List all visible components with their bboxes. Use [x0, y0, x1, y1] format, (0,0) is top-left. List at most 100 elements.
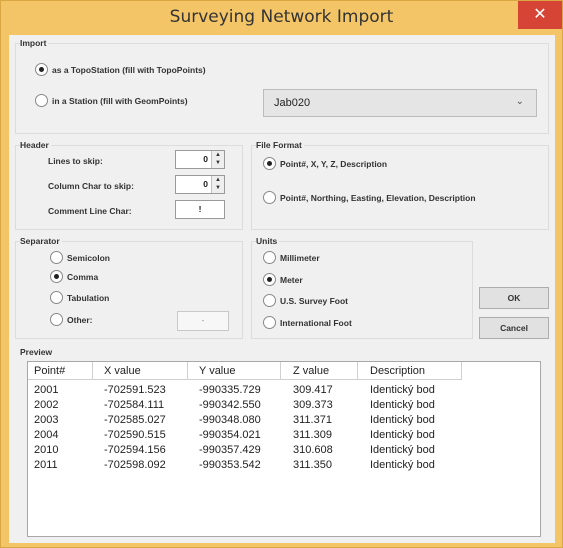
separator-tabulation-radio[interactable]: Tabulation — [50, 291, 109, 304]
comment-char-input[interactable]: ! — [175, 200, 225, 219]
table-cell: 2002 — [34, 399, 59, 411]
table-row[interactable]: 2004 -702590.515 -990354.021 311.309 Ide… — [28, 429, 462, 443]
separator-tabulation-label: Tabulation — [67, 292, 110, 303]
separator-other-label: Other: — [67, 314, 93, 325]
close-button[interactable]: ✕ — [518, 1, 562, 29]
separator-comma-radio[interactable]: Comma — [50, 270, 98, 283]
column-header-description[interactable]: Description — [370, 365, 425, 383]
table-cell: -702594.156 — [104, 444, 166, 456]
lines-to-skip-label: Lines to skip: — [48, 156, 103, 166]
close-icon: ✕ — [533, 6, 547, 23]
table-cell: 311.309 — [293, 429, 332, 441]
units-meter-label: Meter — [280, 274, 303, 285]
column-char-label: Column Char to skip: — [48, 181, 134, 191]
table-cell: -990342.550 — [199, 399, 261, 411]
lines-to-skip-stepper[interactable]: 0 ▲ ▼ — [175, 150, 225, 169]
import-topostation-radio[interactable]: as a TopoStation (fill with TopoPoints) — [35, 63, 206, 76]
table-cell: 311.371 — [293, 414, 332, 426]
units-group-label: Units — [256, 236, 280, 246]
units-intl-foot-label: International Foot — [280, 317, 352, 328]
radio-checked-icon — [263, 273, 276, 286]
table-cell: -990357.429 — [199, 444, 261, 456]
header-group-label: Header — [20, 140, 51, 150]
column-char-value: 0 — [203, 179, 208, 189]
table-cell: Identický bod — [370, 444, 435, 456]
units-us-foot-label: U.S. Survey Foot — [280, 295, 349, 306]
import-station-label: in a Station (fill with GeomPoints) — [52, 95, 188, 106]
radio-unchecked-icon — [263, 251, 276, 264]
table-row[interactable]: 2003 -702585.027 -990348.080 311.371 Ide… — [28, 414, 462, 428]
format-xyz-radio[interactable]: Point#, X, Y, Z, Description — [263, 157, 387, 170]
format-northing-radio[interactable]: Point#, Northing, Easting, Elevation, De… — [263, 191, 476, 204]
import-topostation-label: as a TopoStation (fill with TopoPoints) — [52, 64, 206, 75]
table-cell: Identický bod — [370, 384, 435, 396]
table-cell: 2003 — [34, 414, 59, 426]
table-cell: 309.373 — [293, 399, 333, 411]
table-cell: -990335.729 — [199, 384, 261, 396]
dialog-window: Surveying Network Import ✕ Import as a T… — [0, 0, 563, 548]
radio-checked-icon — [35, 63, 48, 76]
title-bar[interactable]: Surveying Network Import ✕ — [1, 1, 562, 35]
table-row[interactable]: 2001 -702591.523 -990335.729 309.417 Ide… — [28, 384, 462, 398]
chevron-down-icon: ⌄ — [515, 96, 524, 107]
station-dropdown[interactable]: Jab020 ⌄ — [263, 89, 537, 117]
table-cell: Identický bod — [370, 429, 435, 441]
ok-button[interactable]: OK — [479, 287, 549, 309]
format-xyz-label: Point#, X, Y, Z, Description — [280, 158, 388, 169]
column-header-y[interactable]: Y value — [199, 365, 236, 383]
column-header-point[interactable]: Point# — [34, 365, 65, 383]
comment-char-label: Comment Line Char: — [48, 206, 132, 216]
units-meter-radio[interactable]: Meter — [263, 273, 303, 286]
table-row[interactable]: 2011 -702598.092 -990353.542 311.350 Ide… — [28, 459, 462, 473]
table-cell: 311.350 — [293, 459, 332, 471]
table-cell: Identický bod — [370, 399, 435, 411]
format-northing-label: Point#, Northing, Easting, Elevation, De… — [280, 192, 476, 203]
preview-table[interactable]: Point# X value Y value Z value Descripti… — [27, 361, 541, 537]
table-cell: -990354.021 — [199, 429, 261, 441]
table-cell: 2010 — [34, 444, 59, 456]
separator-semicolon-label: Semicolon — [67, 252, 110, 263]
separator-semicolon-radio[interactable]: Semicolon — [50, 251, 110, 264]
units-millimeter-radio[interactable]: Millimeter — [263, 251, 320, 264]
table-cell: -702598.092 — [104, 459, 166, 471]
table-cell: -702590.515 — [104, 429, 166, 441]
separator-other-input[interactable]: - — [177, 311, 229, 331]
radio-unchecked-icon — [263, 294, 276, 307]
table-cell: -702585.027 — [104, 414, 166, 426]
import-station-radio[interactable]: in a Station (fill with GeomPoints) — [35, 94, 188, 107]
import-group-label: Import — [20, 38, 49, 48]
column-header-x[interactable]: X value — [104, 365, 141, 383]
radio-unchecked-icon — [263, 191, 276, 204]
preview-table-header: Point# X value Y value Z value Descripti… — [28, 362, 462, 380]
units-millimeter-label: Millimeter — [280, 252, 320, 263]
table-row[interactable]: 2002 -702584.111 -990342.550 309.373 Ide… — [28, 399, 462, 413]
stepper-arrows-icon[interactable]: ▲ ▼ — [211, 151, 224, 168]
table-row[interactable]: 2010 -702594.156 -990357.429 310.608 Ide… — [28, 444, 462, 458]
table-cell: 309.417 — [293, 384, 333, 396]
table-cell: Identický bod — [370, 414, 435, 426]
table-cell: -990353.542 — [199, 459, 261, 471]
separator-other-radio[interactable]: Other: — [50, 313, 93, 326]
lines-to-skip-value: 0 — [203, 154, 208, 164]
units-us-foot-radio[interactable]: U.S. Survey Foot — [263, 294, 348, 307]
table-cell: 2004 — [34, 429, 59, 441]
units-intl-foot-radio[interactable]: International Foot — [263, 316, 352, 329]
stepper-arrows-icon[interactable]: ▲ ▼ — [211, 176, 224, 193]
preview-label: Preview — [20, 347, 55, 357]
radio-unchecked-icon — [50, 313, 63, 326]
table-cell: -990348.080 — [199, 414, 261, 426]
table-cell: 2011 — [34, 459, 58, 471]
column-char-stepper[interactable]: 0 ▲ ▼ — [175, 175, 225, 194]
cancel-button[interactable]: Cancel — [479, 317, 549, 339]
radio-unchecked-icon — [263, 316, 276, 329]
table-cell: 310.608 — [293, 444, 333, 456]
station-dropdown-value: Jab020 — [274, 97, 311, 109]
table-cell: Identický bod — [370, 459, 435, 471]
radio-checked-icon — [50, 270, 63, 283]
separator-comma-label: Comma — [67, 271, 99, 282]
column-header-z[interactable]: Z value — [293, 365, 329, 383]
radio-unchecked-icon — [35, 94, 48, 107]
file-format-group-label: File Format — [256, 140, 304, 150]
separator-group-label: Separator — [20, 236, 62, 246]
radio-unchecked-icon — [50, 251, 63, 264]
